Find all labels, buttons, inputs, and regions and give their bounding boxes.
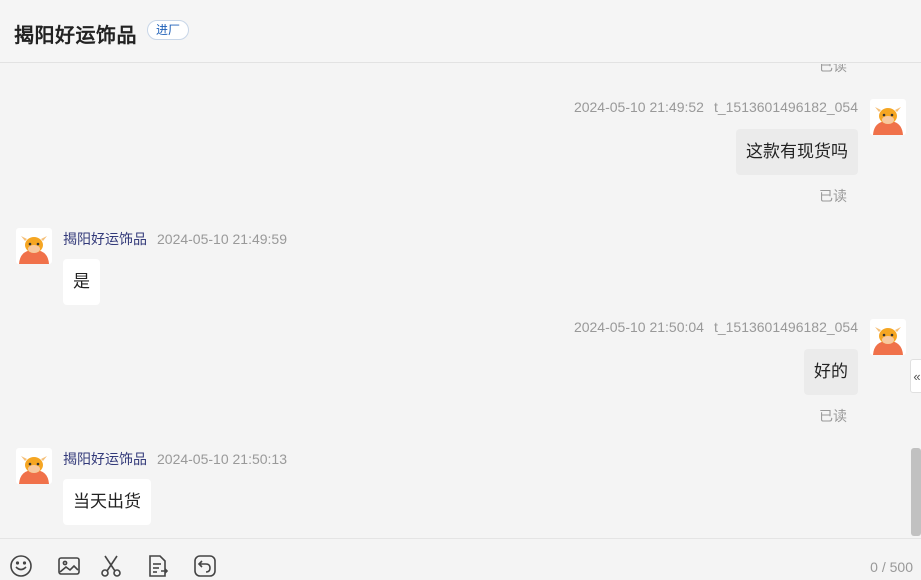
read-status: 已读 [819,64,847,74]
read-status: 已读 [819,408,847,424]
avatar[interactable] [16,228,52,264]
chat-header: 揭阳好运饰品 进厂 [0,0,921,63]
cow-avatar-icon [870,99,906,135]
message-list[interactable]: 已读 2024-05-10 21:49:52 t_1513601496182_05… [0,64,921,538]
sender-id: t_1513601496182_054 [713,99,858,115]
message-bubble[interactable]: 当天出货 [63,479,151,525]
emoji-button[interactable] [8,553,34,579]
message-time: 2024-05-10 21:49:52 [573,99,704,115]
message-bubble[interactable]: 是 [63,259,100,305]
char-counter: 0 / 500 [870,559,913,575]
file-icon [149,555,169,577]
message-bubble[interactable]: 这款有现货吗 [736,129,858,175]
sender-name: 揭阳好运饰品 [63,231,147,247]
undo-icon [194,555,216,577]
image-icon [58,557,80,575]
emoji-icon [10,555,32,577]
avatar[interactable] [16,448,52,484]
cow-avatar-icon [16,228,52,264]
avatar[interactable] [870,99,906,135]
message-meta: 2024-05-10 21:50:04 t_1513601496182_054 [574,319,858,335]
quick-reply-button[interactable] [192,553,218,579]
input-toolbar: 0 / 500 [0,538,921,580]
screenshot-button[interactable] [98,553,124,579]
sender-id: t_1513601496182_054 [713,319,858,335]
image-button[interactable] [56,553,82,579]
file-button[interactable] [145,553,171,579]
message-meta: 2024-05-10 21:49:52 t_1513601496182_054 [574,99,858,115]
read-status: 已读 [819,188,847,204]
message-time: 2024-05-10 21:49:59 [157,231,287,247]
shop-tag-badge: 进厂 [147,20,190,40]
cow-avatar-icon [870,319,906,355]
avatar[interactable] [870,319,906,355]
collapse-panel-button[interactable]: « [910,359,921,393]
cow-avatar-icon [16,448,52,484]
scissors-icon [101,555,121,577]
message-meta: 揭阳好运饰品 2024-05-10 21:49:59 [63,229,287,249]
message-bubble[interactable]: 好的 [804,349,858,395]
sender-name: 揭阳好运饰品 [63,451,147,467]
scrollbar-thumb[interactable] [911,448,921,536]
message-meta: 揭阳好运饰品 2024-05-10 21:50:13 [63,449,287,469]
shop-title: 揭阳好运饰品 [14,25,137,47]
message-time: 2024-05-10 21:50:04 [573,319,704,335]
message-time: 2024-05-10 21:50:13 [157,451,287,467]
